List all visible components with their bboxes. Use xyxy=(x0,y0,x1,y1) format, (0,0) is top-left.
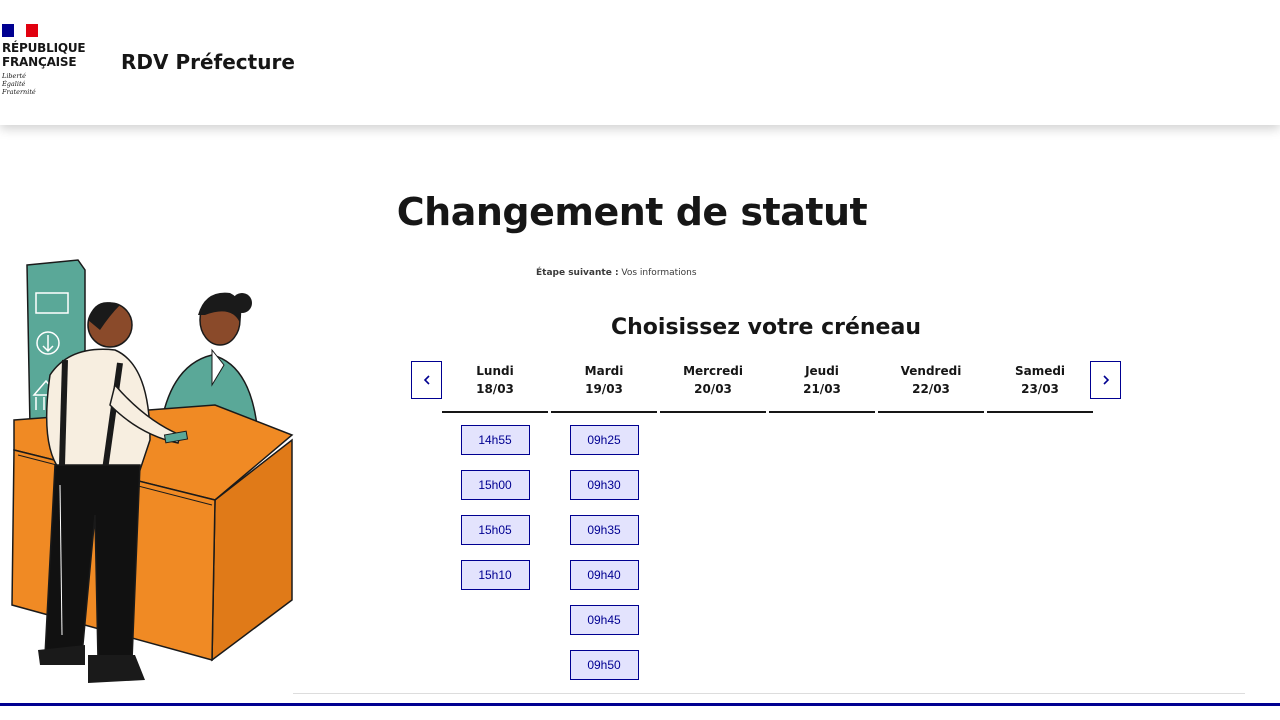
next-week-button[interactable] xyxy=(1090,361,1121,399)
chevron-left-icon xyxy=(423,375,430,385)
time-slot-button[interactable]: 09h45 xyxy=(569,605,639,635)
motto-line: Fraternité xyxy=(2,88,36,96)
slot-list xyxy=(878,413,984,425)
day-column-vendredi: Vendredi 22/03 xyxy=(878,362,984,680)
day-date: 18/03 xyxy=(476,382,514,396)
republique-francaise-logo[interactable]: RÉPUBLIQUE FRANÇAISE Liberté Égalité Fra… xyxy=(2,24,102,96)
slot-list xyxy=(769,413,875,425)
motto-line: Liberté xyxy=(2,72,26,80)
day-header: Mercredi 20/03 xyxy=(660,362,766,413)
section-title: Choisissez votre créneau xyxy=(611,315,921,340)
day-name: Lundi xyxy=(476,364,514,378)
french-flag-icon xyxy=(2,24,38,37)
time-slot-button[interactable]: 09h25 xyxy=(569,425,639,455)
day-name: Jeudi xyxy=(805,364,839,378)
day-name: Mardi xyxy=(584,364,624,378)
time-slot-button[interactable]: 14h55 xyxy=(460,425,530,455)
page-title: Changement de statut xyxy=(396,190,868,234)
day-column-lundi: Lundi 18/03 14h55 15h00 15h05 15h10 xyxy=(442,362,548,680)
slot-list xyxy=(987,413,1093,425)
motto: Liberté Égalité Fraternité xyxy=(2,72,102,96)
time-slot-button[interactable]: 15h05 xyxy=(460,515,530,545)
footer-border xyxy=(0,703,1280,706)
day-date: 21/03 xyxy=(803,382,841,396)
day-date: 19/03 xyxy=(585,382,623,396)
time-slot-button[interactable]: 09h30 xyxy=(569,470,639,500)
day-header: Vendredi 22/03 xyxy=(878,362,984,413)
logo-line-2: FRANÇAISE xyxy=(2,55,77,69)
site-header: RÉPUBLIQUE FRANÇAISE Liberté Égalité Fra… xyxy=(0,0,1280,125)
slot-list: 14h55 15h00 15h05 15h10 xyxy=(442,413,548,590)
time-slot-button[interactable]: 09h40 xyxy=(569,560,639,590)
day-column-mardi: Mardi 19/03 09h25 09h30 09h35 09h40 09h45 09h50 xyxy=(551,362,657,680)
day-name: Mercredi xyxy=(683,364,743,378)
day-name: Vendredi xyxy=(900,364,962,378)
time-slot-button[interactable]: 09h50 xyxy=(569,650,639,680)
slot-list: 09h25 09h30 09h35 09h40 09h45 09h50 xyxy=(551,413,657,680)
day-column-mercredi: Mercredi 20/03 xyxy=(660,362,766,680)
day-date: 20/03 xyxy=(694,382,732,396)
slot-list xyxy=(660,413,766,425)
calendar-days: Lundi 18/03 14h55 15h00 15h05 15h10 Mardi 19/03… xyxy=(442,362,1093,680)
time-slot-button[interactable]: 09h35 xyxy=(569,515,639,545)
next-step-value: Vos informations xyxy=(621,268,697,278)
time-slot-button[interactable]: 15h10 xyxy=(460,560,530,590)
divider xyxy=(293,693,1245,694)
day-name: Samedi xyxy=(1014,364,1066,378)
day-header: Jeudi 21/03 xyxy=(769,362,875,413)
next-step-label: Étape suivante : xyxy=(536,268,619,278)
chevron-right-icon xyxy=(1102,375,1109,385)
counter-illustration xyxy=(11,259,294,683)
day-date: 23/03 xyxy=(1021,382,1059,396)
site-title[interactable]: RDV Préfecture xyxy=(121,50,295,74)
day-header: Mardi 19/03 xyxy=(551,362,657,413)
day-header: Samedi 23/03 xyxy=(987,362,1093,413)
day-header: Lundi 18/03 xyxy=(442,362,548,413)
day-date: 22/03 xyxy=(912,382,950,396)
next-step-indicator: Étape suivante : Vos informations xyxy=(536,268,697,278)
time-slot-button[interactable]: 15h00 xyxy=(460,470,530,500)
motto-line: Égalité xyxy=(2,80,26,88)
logo-line-1: RÉPUBLIQUE xyxy=(2,41,86,55)
day-column-samedi: Samedi 23/03 xyxy=(987,362,1093,680)
day-column-jeudi: Jeudi 21/03 xyxy=(769,362,875,680)
previous-week-button[interactable] xyxy=(411,361,442,399)
